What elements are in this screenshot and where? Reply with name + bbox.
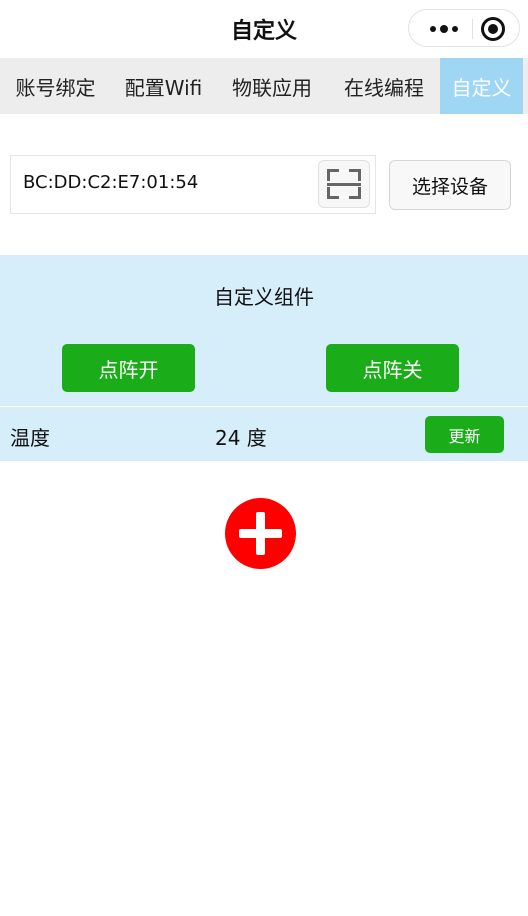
tab-config-wifi[interactable]: 配置Wifi <box>111 58 216 114</box>
temperature-value: 24 度 <box>215 426 267 450</box>
tab-custom[interactable]: 自定义 <box>440 58 523 114</box>
target-circle-icon[interactable] <box>481 17 505 41</box>
tab-online-programming[interactable]: 在线编程 <box>328 58 440 114</box>
scan-qr-icon <box>327 169 339 181</box>
tab-bar: 账号绑定 配置Wifi 物联应用 在线编程 自定义 <box>0 58 528 114</box>
matrix-on-button[interactable]: 点阵开 <box>62 344 195 392</box>
scan-icon-corner <box>349 187 361 199</box>
custom-component-panel: 自定义组件 点阵开 点阵关 温度 24 度 更新 <box>0 255 528 461</box>
tab-iot-apps[interactable]: 物联应用 <box>216 58 328 114</box>
scan-icon-corner <box>327 187 339 199</box>
scan-icon-line <box>327 183 361 186</box>
matrix-off-button[interactable]: 点阵关 <box>326 344 459 392</box>
add-component-button[interactable] <box>225 498 296 569</box>
scan-button[interactable] <box>318 160 370 208</box>
scan-icon-corner <box>349 169 361 181</box>
plus-icon-vertical <box>256 512 265 555</box>
capsule-divider <box>472 19 473 39</box>
device-id-value: BC:DD:C2:E7:01:54 <box>23 172 199 193</box>
more-dots-icon[interactable] <box>424 10 464 48</box>
panel-title: 自定义组件 <box>214 285 314 309</box>
tab-account-binding[interactable]: 账号绑定 <box>0 58 111 114</box>
select-device-button[interactable]: 选择设备 <box>389 160 511 210</box>
panel-divider <box>0 406 528 407</box>
device-id-field[interactable]: BC:DD:C2:E7:01:54 <box>10 155 376 214</box>
menu-capsule <box>408 9 520 47</box>
navigation-bar: 自定义 <box>0 0 528 58</box>
update-button[interactable]: 更新 <box>425 416 504 453</box>
temperature-label: 温度 <box>10 426 50 450</box>
